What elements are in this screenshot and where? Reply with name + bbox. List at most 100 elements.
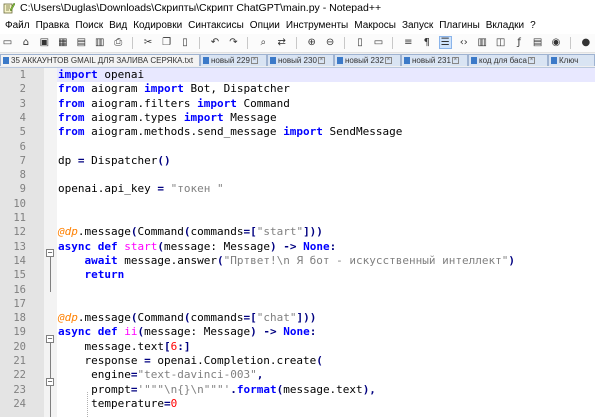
zoom-out-icon[interactable]: ⊖ (325, 37, 336, 48)
code-token: aiogram.filters (84, 96, 198, 110)
tab-new-231[interactable]: новый 231 × (401, 54, 468, 66)
code-token: , (256, 368, 264, 382)
code-token: Dispatcher (84, 153, 158, 167)
replace-icon[interactable]: ⇄ (276, 37, 287, 48)
code-line[interactable]: 6 (0, 140, 595, 154)
zoom-in-icon[interactable]: ⊕ (306, 37, 317, 48)
line-number: 20 (13, 340, 26, 353)
code-line[interactable]: 8 (0, 168, 595, 182)
code-line[interactable]: 2 from aiogram import Bot, Dispatcher (0, 82, 595, 96)
function-list-icon[interactable]: ƒ (514, 37, 525, 48)
menu-item[interactable]: Синтаксисы (185, 17, 247, 34)
save-all-icon[interactable]: ▦ (57, 37, 68, 48)
code-line[interactable]: 16 (0, 283, 595, 297)
code-line[interactable]: 20 message.text[6:] (0, 340, 595, 354)
tab-close-icon[interactable]: × (317, 57, 325, 64)
save-icon[interactable]: ▣ (39, 37, 50, 48)
tab-key[interactable]: Ключ (548, 54, 595, 66)
undo-icon[interactable]: ↶ (209, 37, 220, 48)
show-all-chars-icon[interactable]: ¶ (421, 37, 432, 48)
new-file-icon[interactable]: ▭ (2, 37, 13, 48)
code-line[interactable]: 18 @dp.message(Command(commands=["chat"])… (0, 311, 595, 325)
code-line[interactable]: 19 async def ii(message: Message) -> None… (0, 325, 595, 339)
tab-close-icon[interactable]: × (451, 57, 459, 64)
line-number: 22 (13, 369, 26, 382)
menu-item[interactable]: Макросы (351, 17, 399, 34)
open-file-icon[interactable]: ⌂ (20, 37, 31, 48)
line-number: 16 (13, 283, 26, 296)
close-all-icon[interactable]: ▥ (94, 37, 105, 48)
redo-icon[interactable]: ↷ (228, 37, 239, 48)
menu-item[interactable]: Кодировки (130, 17, 185, 34)
folder-workspace-icon[interactable]: ▤ (532, 37, 543, 48)
code-text: from aiogram.methods.send_message import… (58, 125, 402, 139)
record-macro-icon[interactable]: ● (580, 37, 591, 48)
menu-item[interactable]: Плагины (436, 17, 483, 34)
doc-map-icon[interactable]: ▥ (477, 37, 488, 48)
tab-new-232[interactable]: новый 232 × (334, 54, 401, 66)
tab-close-icon[interactable]: × (250, 57, 258, 64)
menu-item[interactable]: Вид (106, 17, 130, 34)
code-line[interactable]: 7 dp = Dispatcher() (0, 154, 595, 168)
tab-new-230[interactable]: новый 230 × (267, 54, 334, 66)
menu-item[interactable]: Правка (33, 17, 73, 34)
tab-new-229[interactable]: новый 229 × (200, 54, 267, 66)
paste-icon[interactable]: ▯ (180, 37, 191, 48)
menu-item[interactable]: Файл (2, 17, 33, 34)
cut-icon[interactable]: ✂ (143, 37, 154, 48)
menu-item[interactable]: Поиск (72, 17, 106, 34)
code-token: from (58, 125, 85, 139)
code-line[interactable]: 10 (0, 197, 595, 211)
indent-guide-icon[interactable]: ☰ (438, 36, 452, 49)
menu-item[interactable]: Вкладки (483, 17, 527, 34)
menu-item[interactable]: Запуск (399, 17, 436, 34)
code-line[interactable]: 22 engine="text-davinci-003", (0, 368, 595, 382)
doc-list-icon[interactable]: ◫ (495, 37, 506, 48)
print-icon[interactable]: ⎙ (113, 37, 124, 48)
tab-label: новый 229 (211, 56, 250, 65)
code-line[interactable]: 11 (0, 211, 595, 225)
code-line[interactable]: 1 import openai (0, 68, 595, 82)
tab-file-accounts[interactable]: 35 АККАУНТОВ GMAIL ДЛЯ ЗАЛИВА СЕРЯКА.txt (0, 54, 200, 66)
code-line[interactable]: 17 (0, 297, 595, 311)
code-line[interactable]: 14 await message.answer("Пртвет!\n Я бот… (0, 254, 595, 268)
code-line[interactable]: 4 from aiogram.types import Message (0, 111, 595, 125)
code-token: from (58, 110, 85, 124)
code-token: ) -> (269, 239, 304, 253)
code-line[interactable]: 3 from aiogram.filters import Command (0, 97, 595, 111)
menu-item[interactable]: Инструменты (283, 17, 351, 34)
close-icon[interactable]: ▤ (76, 37, 87, 48)
monitoring-icon[interactable]: ◉ (551, 37, 562, 48)
code-token: aiogram.types (84, 110, 184, 124)
tab-bass-code[interactable]: код для баса × (468, 54, 548, 66)
code-token: None (303, 239, 330, 253)
toolbar-divider (132, 37, 134, 49)
line-number: 23 (13, 383, 26, 396)
find-icon[interactable]: ⌕ (258, 37, 269, 48)
code-text: temperature=0 (58, 397, 177, 411)
code-line[interactable]: 21 response = openai.Completion.create( (0, 354, 595, 368)
sync-vertical-icon[interactable]: ▯ (355, 37, 366, 48)
code-editor[interactable]: − − − 1 import openai 2 from aiogram import… (0, 68, 595, 417)
code-token: = (163, 396, 171, 410)
tab-close-icon[interactable]: × (527, 57, 535, 64)
code-line[interactable]: 12 @dp.message(Command(commands=["start"]… (0, 225, 595, 239)
tab-close-icon[interactable]: × (384, 57, 392, 64)
menu-item[interactable]: ? (527, 17, 539, 34)
code-line[interactable]: 15 return (0, 268, 595, 282)
code-token: commands (190, 311, 244, 325)
word-wrap-icon[interactable]: ≡ (403, 37, 414, 48)
code-token: response (58, 354, 145, 367)
code-token: SendMessage (322, 125, 403, 139)
code-line[interactable]: 13 async def start(message: Message) -> N… (0, 240, 595, 254)
copy-icon[interactable]: ❐ (161, 37, 172, 48)
xml-tags-icon[interactable]: ‹› (458, 37, 469, 48)
code-line[interactable]: 5 from aiogram.methods.send_message impor… (0, 125, 595, 139)
code-line[interactable]: 23 prompt='"""\n{}\n"""'.format(message.… (0, 383, 595, 397)
code-line[interactable]: 9 openai.api_key = "токен " (0, 182, 595, 196)
sync-horizontal-icon[interactable]: ▭ (373, 37, 384, 48)
menu-item[interactable]: Опции (247, 17, 283, 34)
code-token: . (230, 382, 237, 396)
code-line[interactable]: 24 temperature=0 (0, 397, 595, 411)
code-token: import (183, 110, 224, 124)
